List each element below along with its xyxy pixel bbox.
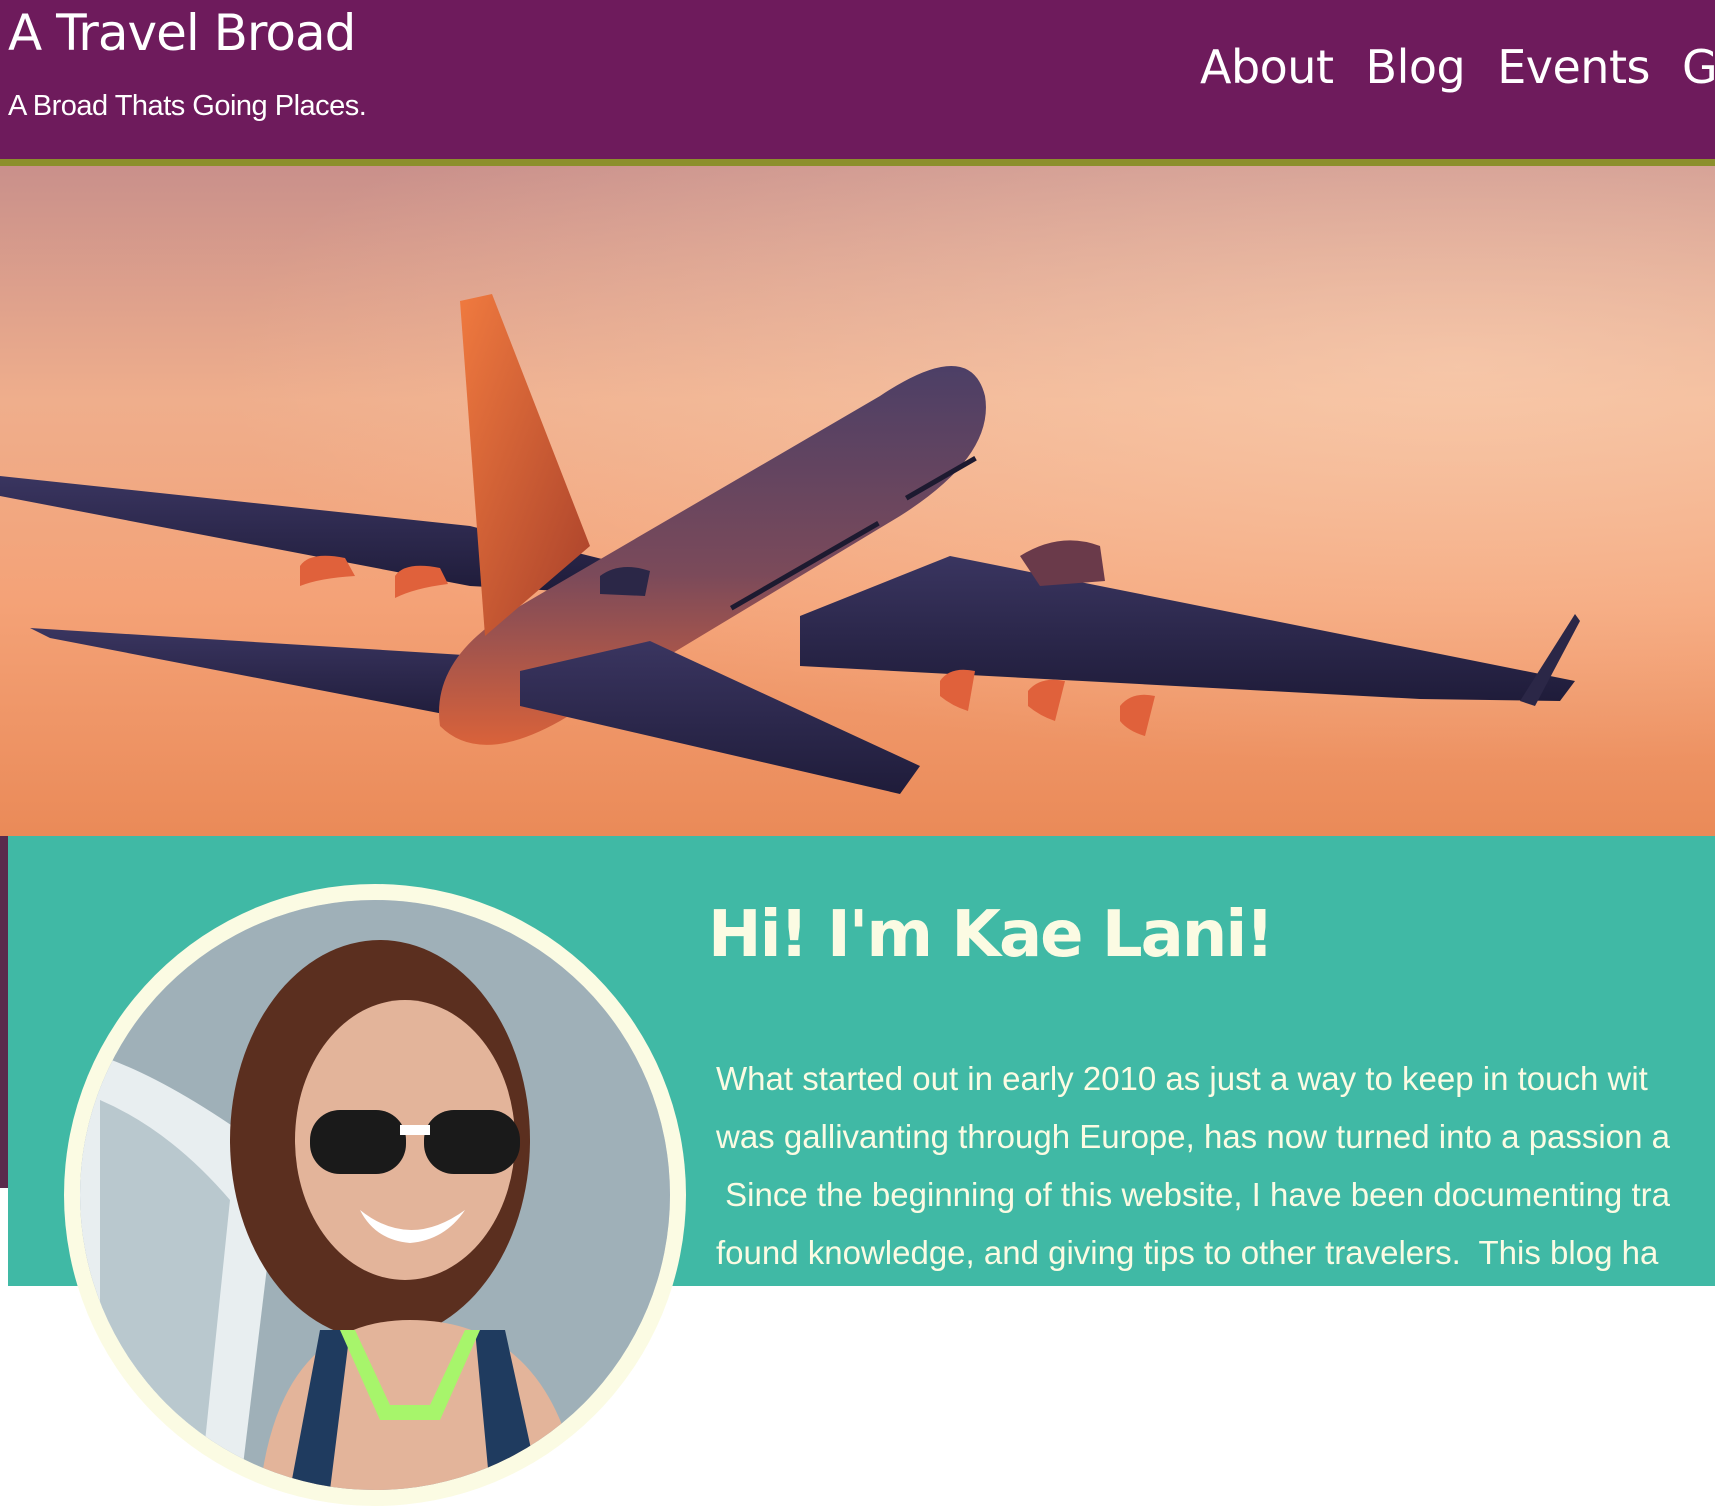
profile-photo-frame: [64, 884, 686, 1506]
airplane-image: [0, 294, 1580, 794]
site-title[interactable]: A Travel Broad: [8, 4, 356, 62]
main-nav: About Blog Events Ga: [1200, 40, 1715, 94]
about-line: found knowledge, and giving tips to othe…: [716, 1234, 1659, 1271]
nav-item-truncated[interactable]: Ga: [1682, 40, 1715, 94]
nav-item-blog[interactable]: Blog: [1366, 40, 1466, 94]
hero-banner: [0, 166, 1715, 836]
about-paragraph: What started out in early 2010 as just a…: [716, 1050, 1715, 1282]
about-line: was gallivanting through Europe, has now…: [716, 1118, 1670, 1155]
nav-item-events[interactable]: Events: [1497, 40, 1650, 94]
profile-photo: [80, 900, 670, 1490]
nav-item-about[interactable]: About: [1200, 40, 1334, 94]
side-strip: [0, 836, 8, 1188]
about-heading: Hi! I'm Kae Lani!: [708, 898, 1274, 972]
about-line: What started out in early 2010 as just a…: [716, 1060, 1648, 1097]
site-tagline: A Broad Thats Going Places.: [8, 90, 367, 122]
about-line: Since the beginning of this website, I h…: [716, 1176, 1670, 1213]
site-header: A Travel Broad A Broad Thats Going Place…: [0, 0, 1715, 166]
profile-photo-image: [80, 900, 670, 1490]
